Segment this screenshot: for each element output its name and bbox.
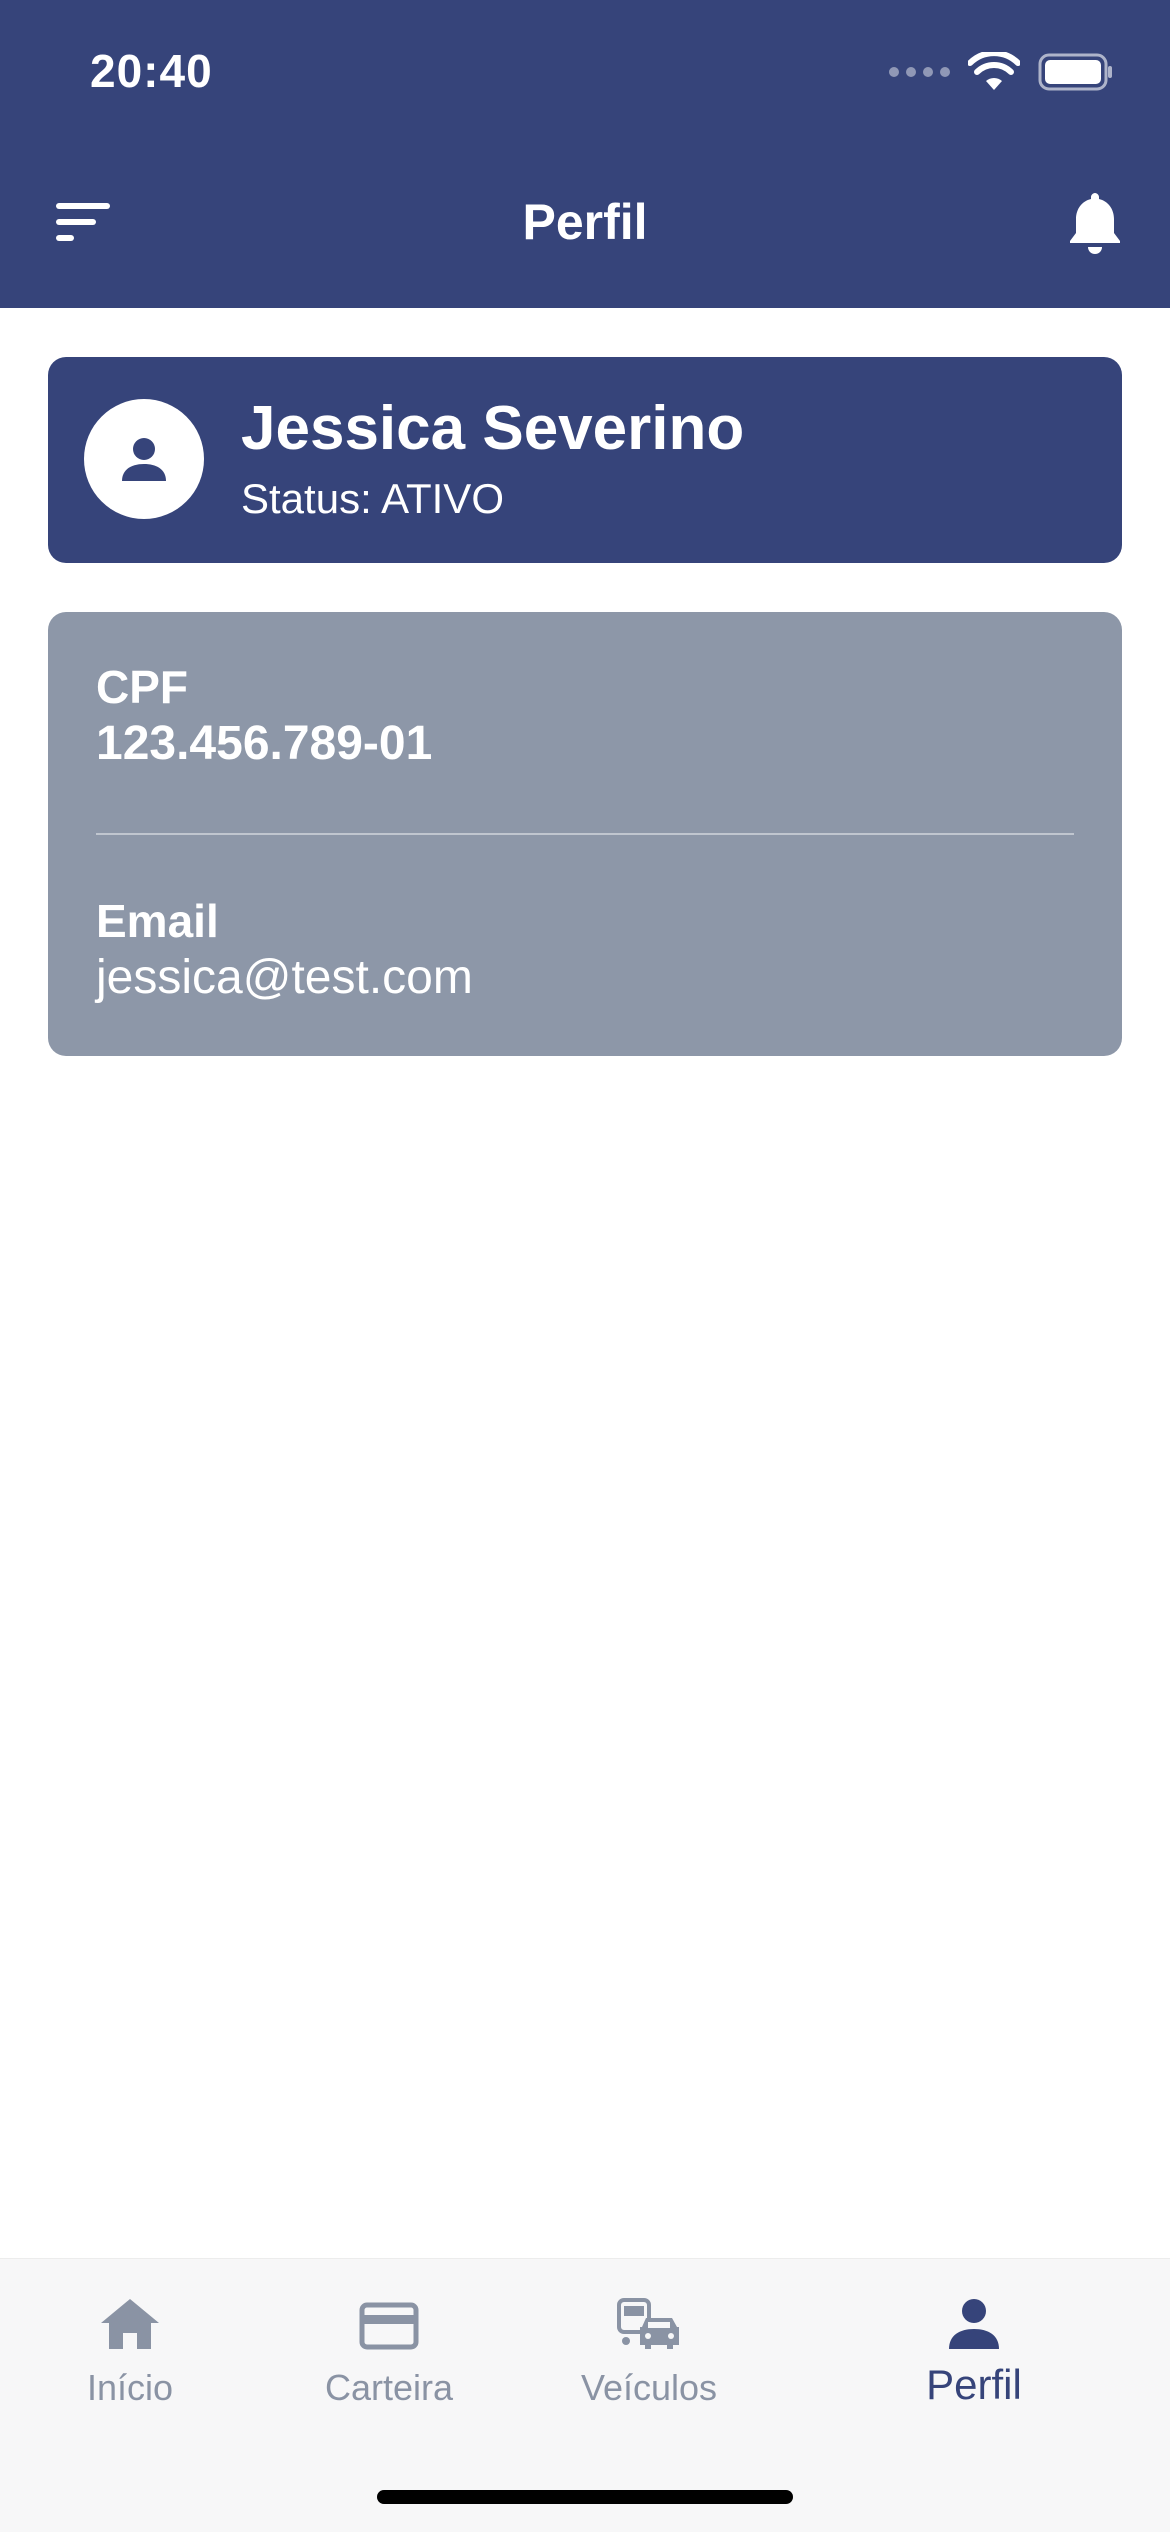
person-icon [949,2299,999,2349]
cpf-value: 123.456.789-01 [96,717,433,770]
avatar [84,399,204,519]
tab-label: Perfil [926,2361,1022,2408]
page-title: Perfil [522,194,648,250]
tab-label: Carteira [324,2367,454,2408]
home-icon [101,2299,159,2349]
top-bar: 20:40 Perfil [0,0,1170,308]
status-time: 20:40 [90,45,213,97]
profile-status: Status: ATIVO [241,475,504,522]
credit-card-icon [359,2302,419,2350]
tab-inicio[interactable]: Início [40,2259,220,2439]
profile-name: Jessica Severino [241,394,745,463]
person-icon [122,438,166,481]
home-indicator[interactable] [377,2490,793,2504]
email-value: jessica@test.com [96,951,473,1004]
wifi-icon [968,52,1020,90]
bell-icon [1070,193,1120,254]
profile-card: Jessica Severino Status: ATIVO [48,357,1122,563]
navigation-bar: Perfil [0,175,1170,275]
status-indicators [889,52,1114,92]
email-label: Email [96,895,219,947]
tab-carteira[interactable]: Carteira [299,2259,479,2439]
tab-label: Veículos [580,2367,718,2408]
cpf-label: CPF [96,661,188,713]
info-card: CPF 123.456.789-01 Email jessica@test.co… [48,612,1122,1056]
vehicles-icon [617,2298,679,2349]
tab-perfil[interactable]: Perfil [884,2259,1064,2439]
notifications-button[interactable] [1064,189,1126,255]
battery-icon [1038,53,1112,91]
cellular-signal-icon [889,67,950,77]
tab-label: Início [86,2367,174,2408]
profile-screen: 20:40 Perfil Jessica Severino Status: AT… [0,0,1170,2532]
divider [96,833,1074,835]
tab-veiculos[interactable]: Veículos [559,2259,739,2439]
